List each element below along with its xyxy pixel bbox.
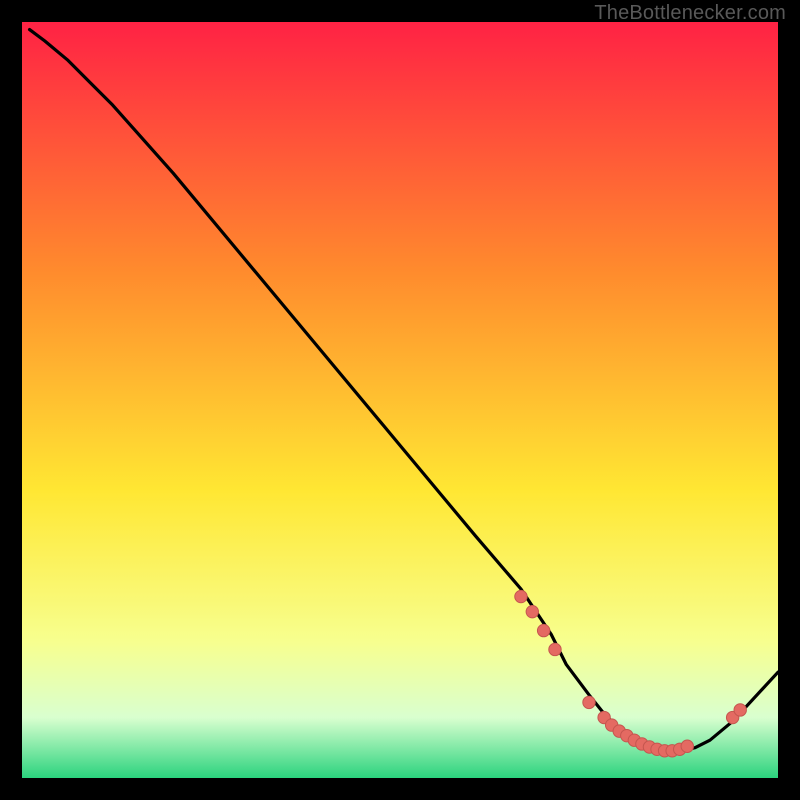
chart-stage: TheBottlenecker.com [0,0,800,800]
data-marker [515,590,527,602]
data-marker [734,704,746,716]
data-marker [537,624,549,636]
data-marker [549,643,561,655]
plot-area [22,22,778,778]
data-marker [526,605,538,617]
data-marker [583,696,595,708]
data-marker [681,740,693,752]
chart-svg [22,22,778,778]
